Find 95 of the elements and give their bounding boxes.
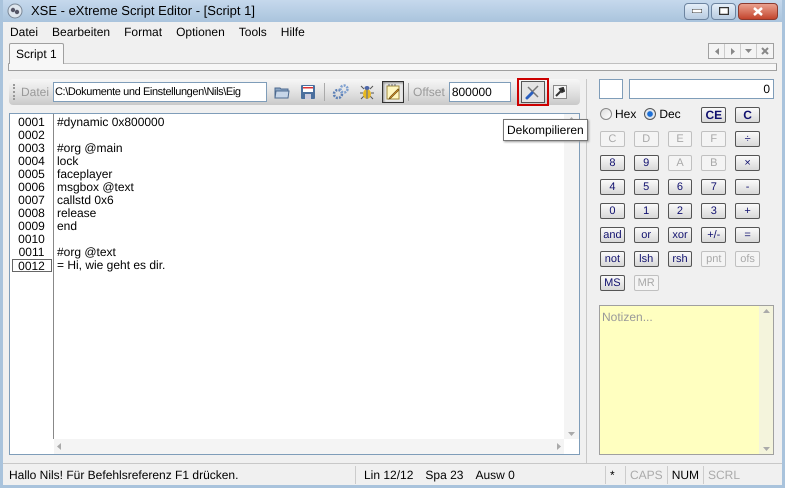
decompile-button[interactable] <box>516 78 549 106</box>
status-message: Hallo Nils! Für Befehlsreferenz F1 drücken. <box>8 466 240 484</box>
line-number: 0012 <box>12 259 52 272</box>
calculator-button[interactable]: rsh <box>668 251 692 267</box>
code-line: #dynamic 0x800000 <box>57 115 164 129</box>
code-line: faceplayer <box>57 167 112 181</box>
line-number: 0011 <box>18 246 46 259</box>
calculator-button[interactable]: 9 <box>634 155 659 171</box>
line-number: 0003 <box>17 142 46 155</box>
maximize-icon <box>718 7 728 15</box>
calculator-button[interactable]: 1 <box>634 203 659 219</box>
line-number: 0007 <box>17 194 46 207</box>
calculator-button[interactable]: and <box>600 227 625 243</box>
calculator-button[interactable]: 3 <box>701 203 726 219</box>
tab[interactable]: Script 1 <box>9 43 64 64</box>
toolbar-button[interactable] <box>382 81 404 103</box>
left-arrow-icon <box>714 48 718 54</box>
calculator-button[interactable]: × <box>735 155 760 171</box>
close-icon <box>753 6 763 16</box>
code-line: lock <box>57 154 78 168</box>
line-number: 0004 <box>17 155 46 168</box>
calculator-button[interactable]: CE <box>701 107 726 123</box>
key-indicator: CAPS <box>625 466 667 484</box>
key-indicator: SCRL <box>703 466 744 484</box>
notepad-icon <box>385 84 402 100</box>
line-number: 0005 <box>17 168 46 181</box>
key-indicator: NUM <box>666 466 704 484</box>
calculator-button[interactable]: = <box>735 227 760 243</box>
calculator-button[interactable]: or <box>634 227 659 243</box>
code-line: end <box>57 219 78 233</box>
calculator-button[interactable]: C <box>735 107 760 123</box>
right-arrow-icon <box>557 443 561 450</box>
code-line: = Hi, wie geht es dir. <box>57 258 166 272</box>
status-text: Spa 23 <box>425 466 464 484</box>
up-arrow-icon <box>568 117 575 121</box>
calculator-button[interactable]: +/- <box>701 227 726 243</box>
calculator-button[interactable]: 5 <box>634 179 659 195</box>
menu-item[interactable]: Hilfe <box>280 22 306 40</box>
line-number: 0006 <box>17 181 46 194</box>
menu-item[interactable]: Datei <box>9 22 40 40</box>
tools-icon <box>524 84 541 100</box>
offset-field[interactable]: 800000 <box>448 82 511 102</box>
code-line: #org @main <box>57 141 123 155</box>
horizontal-scrollbar[interactable] <box>54 439 564 454</box>
menu-item[interactable]: Optionen <box>175 22 226 40</box>
calculator-button[interactable]: MS <box>600 275 625 291</box>
close-button[interactable] <box>738 2 778 20</box>
status-text: Lin 12/12 <box>364 466 414 484</box>
maximize-button[interactable] <box>711 2 736 20</box>
gears-icon <box>332 84 350 100</box>
line-number: 0008 <box>17 207 46 220</box>
caret-icon <box>745 49 752 53</box>
wrench-icon <box>552 85 567 99</box>
bug-icon <box>358 84 376 100</box>
calculator-button[interactable]: 8 <box>600 155 625 171</box>
calculator-button[interactable]: ÷ <box>735 131 760 147</box>
tooltip: Dekompilieren <box>503 119 588 141</box>
line-number: 0002 <box>17 129 46 142</box>
code-line: #org @text <box>57 245 116 259</box>
field-label: Datei <box>21 84 50 101</box>
file-path-field[interactable]: C:\Dokumente und Einstellungen\Nils\Eig <box>53 82 268 102</box>
memory-field[interactable] <box>599 79 623 99</box>
radio-option[interactable]: Dec <box>644 105 681 123</box>
calculator-button[interactable]: not <box>600 251 625 267</box>
calculator-button[interactable]: 6 <box>668 179 692 195</box>
menu-item[interactable]: Bearbeiten <box>51 22 112 40</box>
minimize-button[interactable] <box>684 2 709 20</box>
field-label: Offset <box>413 84 445 101</box>
right-arrow-icon <box>730 48 734 54</box>
line-number: 0009 <box>17 220 46 233</box>
calculator-button[interactable]: 2 <box>668 203 692 219</box>
line-number: 0010 <box>17 233 46 246</box>
modified-indicator: * <box>610 466 615 484</box>
down-arrow-icon <box>568 432 575 436</box>
line-number: 0001 <box>17 116 46 129</box>
calculator-button[interactable]: + <box>735 203 760 219</box>
calculator-button[interactable]: 0 <box>600 203 625 219</box>
code-line: release <box>57 206 96 220</box>
calculator-button[interactable]: 7 <box>701 179 726 195</box>
status-text: Ausw 0 <box>475 466 515 484</box>
close-icon <box>761 47 769 55</box>
calculator-button[interactable]: xor <box>668 227 692 243</box>
app-icon <box>7 3 23 19</box>
left-arrow-icon <box>57 443 61 450</box>
calculator-button[interactable]: - <box>735 179 760 195</box>
minimize-icon <box>692 9 702 13</box>
calculator-button[interactable]: lsh <box>634 251 659 267</box>
window-title: XSE - eXtreme Script Editor - [Script 1] <box>31 2 255 20</box>
radio-option[interactable]: Hex <box>600 105 636 123</box>
calculator-button[interactable]: 4 <box>600 179 625 195</box>
menu-item[interactable]: Tools <box>238 22 268 40</box>
calculator-display[interactable]: 0 <box>629 79 774 99</box>
code-line: msgbox @text <box>57 180 134 194</box>
menu-item[interactable]: Format <box>123 22 164 40</box>
code-line: callstd 0x6 <box>57 193 114 207</box>
